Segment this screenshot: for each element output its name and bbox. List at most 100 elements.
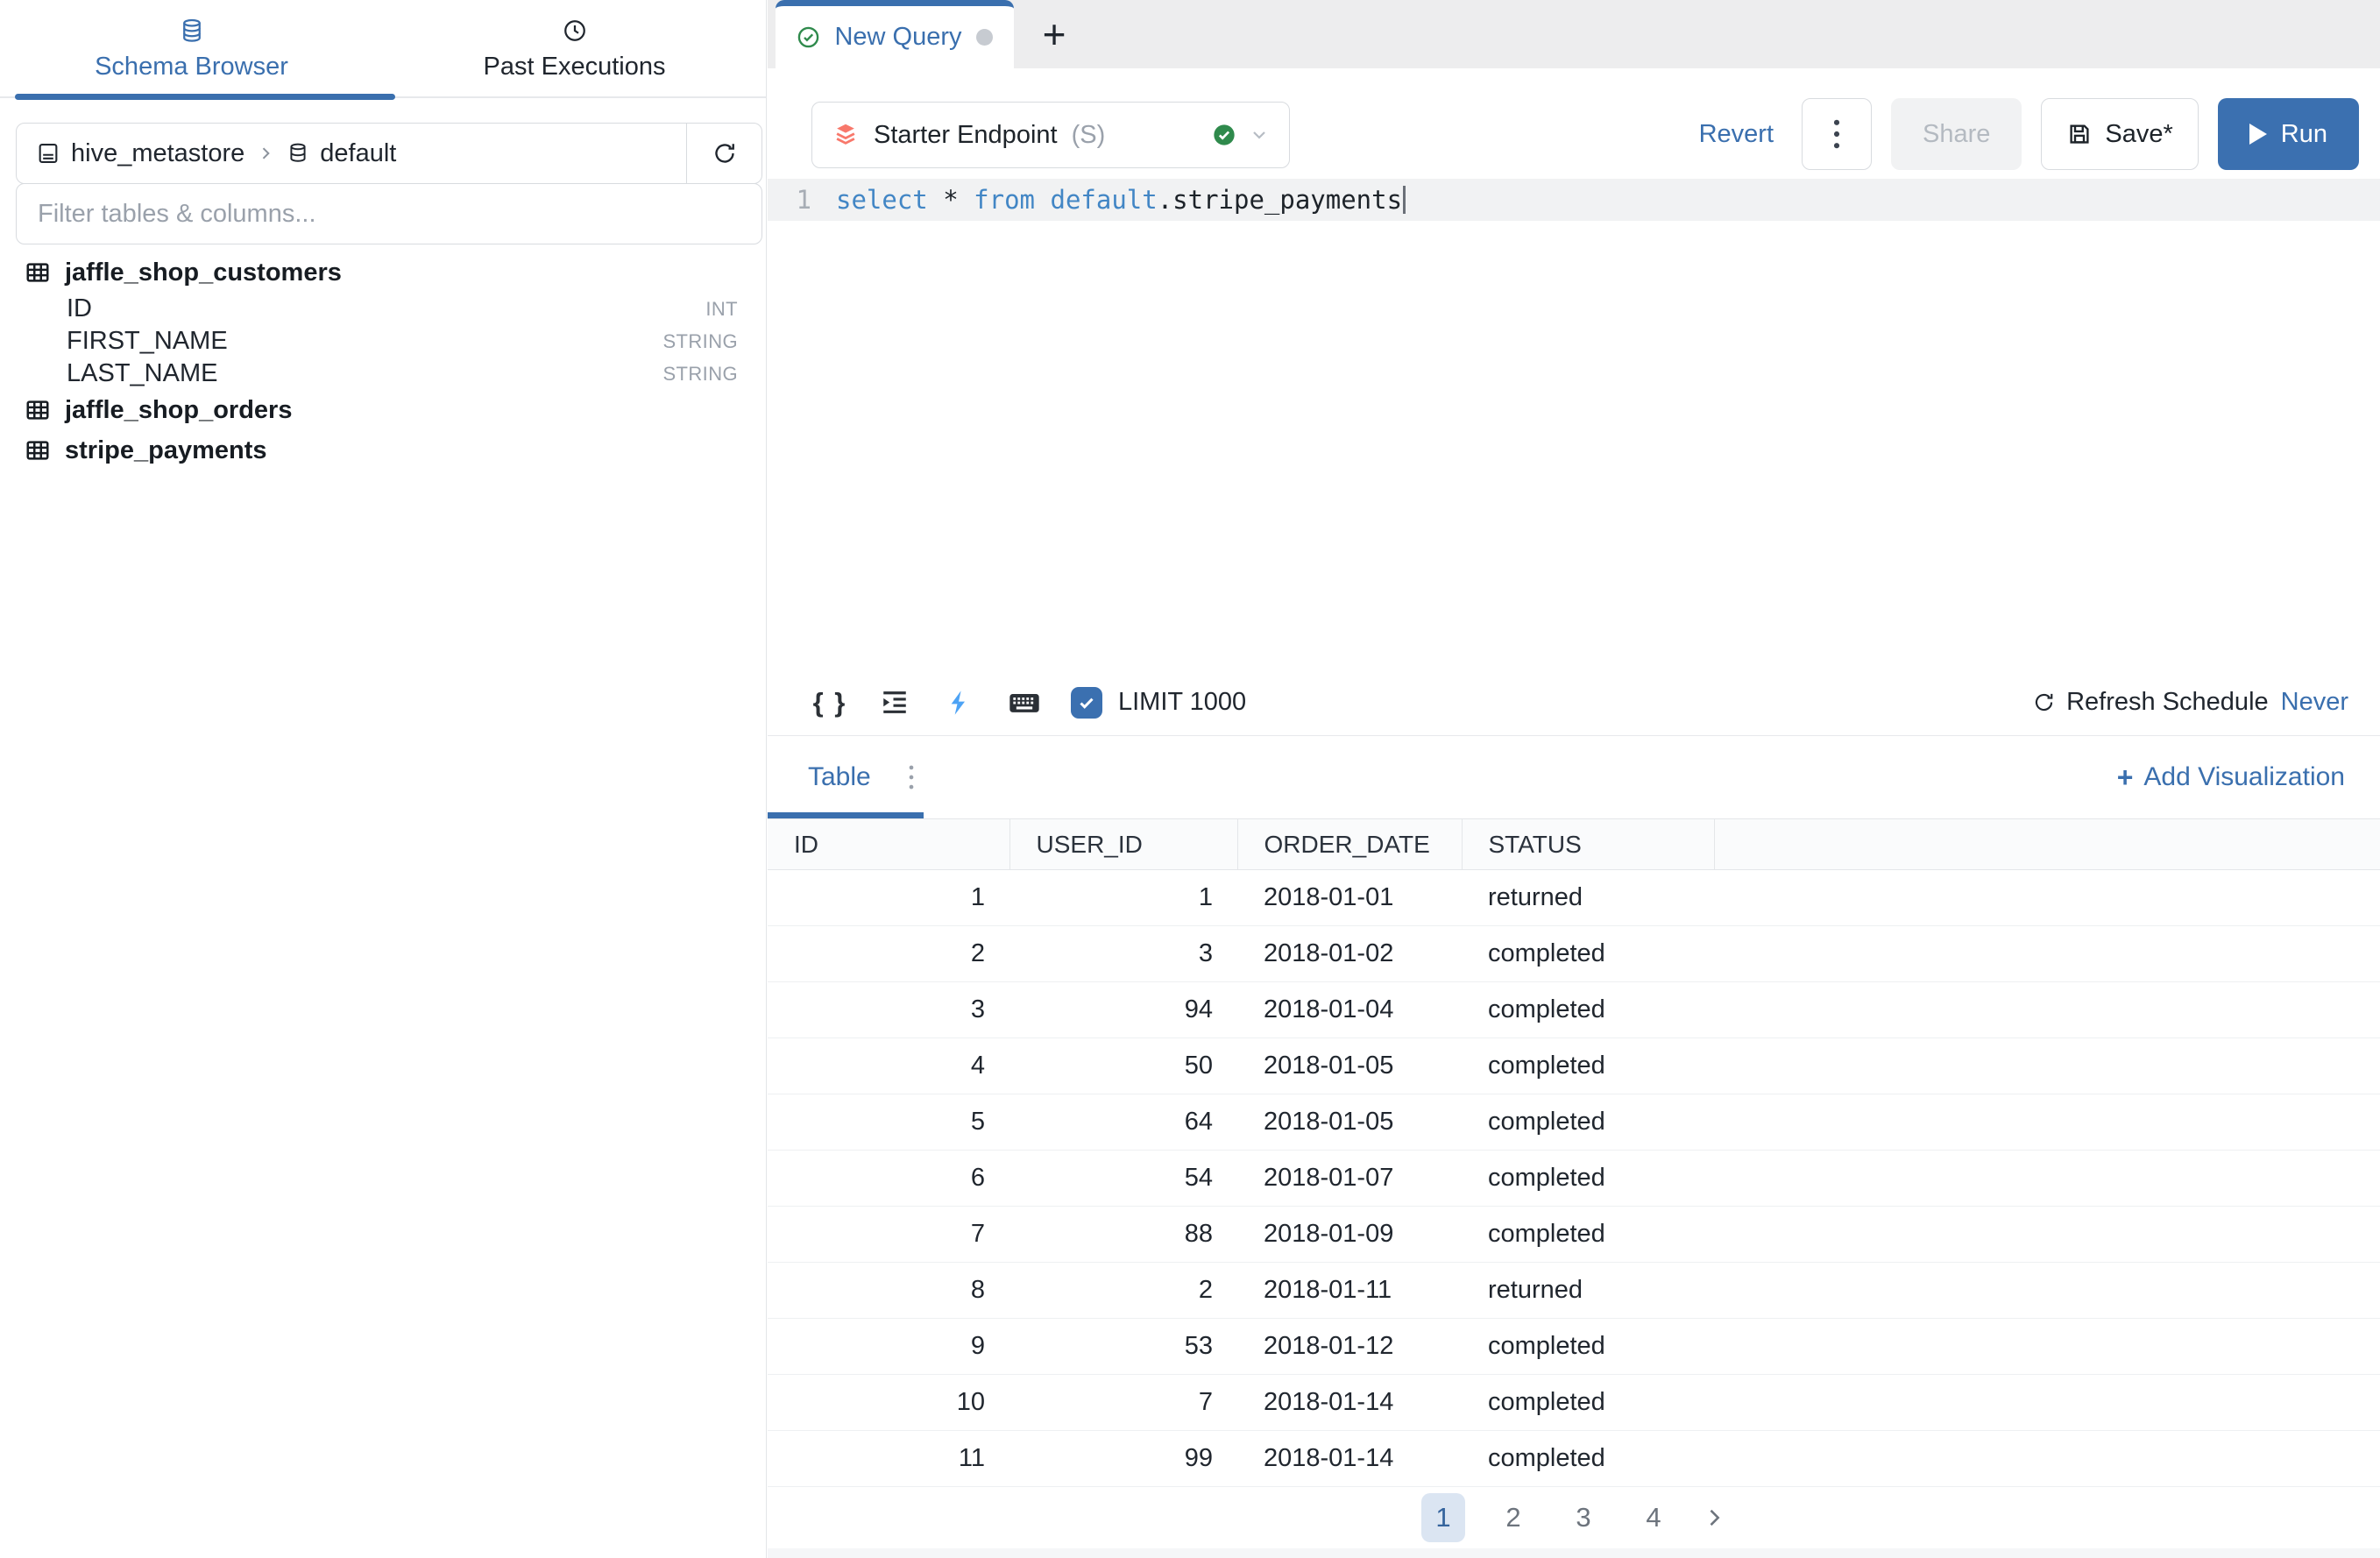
page-button-3[interactable]: 3	[1562, 1493, 1605, 1542]
table-cell-filler	[1714, 1263, 2380, 1319]
catalog-icon	[36, 141, 60, 166]
table-cell: completed	[1462, 1038, 1714, 1094]
chevron-down-icon	[1249, 124, 1270, 145]
plus-icon: +	[2117, 761, 2134, 794]
run-label: Run	[2281, 120, 2327, 149]
history-icon	[562, 18, 588, 44]
column-name: FIRST_NAME	[67, 327, 228, 356]
schema-list: jaffle_shop_customersIDINTFIRST_NAMESTRI…	[0, 252, 764, 471]
refresh-schema-button[interactable]	[686, 124, 761, 183]
column-header-user-id: USER_ID	[1009, 819, 1237, 870]
sidebar: Schema Browser Past Executions	[0, 0, 767, 1558]
schema-column-FIRST_NAME: FIRST_NAMESTRING	[0, 325, 764, 358]
schema-column-LAST_NAME: LAST_NAME STRING	[0, 358, 764, 390]
column-type: STRING	[662, 363, 738, 386]
table-cell: 54	[1009, 1151, 1237, 1207]
sql-editor-app: Schema Browser Past Executions	[0, 0, 2380, 1558]
editor-toolbar: { }	[768, 669, 2380, 736]
autocomplete-button[interactable]	[941, 684, 978, 721]
save-button[interactable]: Save*	[2041, 98, 2198, 170]
next-page-button[interactable]	[1702, 1505, 1726, 1530]
results-tab-menu-button[interactable]	[908, 763, 915, 791]
schema-breadcrumb: hive_metastore default	[16, 123, 762, 184]
endpoint-name: Starter Endpoint	[874, 121, 1058, 150]
table-cell: 9	[768, 1319, 1009, 1375]
table-row: 7882018-01-09completed	[768, 1207, 2380, 1263]
sidebar-tab-label: Schema Browser	[95, 53, 288, 81]
pagination: 1234	[768, 1487, 2380, 1548]
column-header-status: STATUS	[1462, 819, 1714, 870]
table-cell-filler	[1714, 1375, 2380, 1431]
run-button[interactable]: Run	[2218, 98, 2359, 170]
format-braces-button[interactable]: { }	[811, 684, 848, 721]
results-tab-underline	[768, 812, 924, 818]
refresh-icon	[2032, 690, 2056, 714]
table-cell: 2018-01-14	[1237, 1431, 1462, 1487]
indent-button[interactable]	[876, 684, 913, 721]
table-row: 822018-01-11returned	[768, 1263, 2380, 1319]
database-icon	[287, 142, 309, 165]
breadcrumb-schema[interactable]: default	[287, 139, 396, 168]
endpoint-selector[interactable]: Starter Endpoint (S)	[811, 102, 1290, 168]
sql-active-line[interactable]: 1 select * from default.stripe_payments	[768, 179, 2380, 221]
breadcrumb-catalog[interactable]: hive_metastore	[36, 139, 244, 168]
table-cell-filler	[1714, 1207, 2380, 1263]
tab-past-executions[interactable]: Past Executions	[383, 0, 766, 98]
schema-filter-input[interactable]	[17, 184, 761, 244]
schema-filter	[16, 183, 762, 244]
table-cell: completed	[1462, 982, 1714, 1038]
bottom-strip	[768, 1548, 2380, 1558]
table-cell: 10	[768, 1375, 1009, 1431]
braces-icon: { }	[813, 687, 847, 719]
limit-label: LIMIT 1000	[1118, 688, 1246, 717]
column-header-filler	[1714, 819, 2380, 870]
tab-new-query[interactable]: New Query	[776, 0, 1014, 68]
kebab-icon	[1832, 117, 1841, 151]
table-cell: 1	[1009, 870, 1237, 926]
table-row: 232018-01-02completed	[768, 926, 2380, 982]
page-button-4[interactable]: 4	[1632, 1493, 1675, 1542]
table-cell: 2018-01-14	[1237, 1375, 1462, 1431]
keyboard-shortcuts-button[interactable]	[1006, 684, 1043, 721]
table-name: jaffle_shop_customers	[65, 258, 342, 287]
active-tab-underline	[15, 94, 395, 100]
refresh-schedule-value[interactable]: Never	[2281, 688, 2348, 717]
endpoint-status-icon	[1212, 123, 1236, 147]
table-cell: completed	[1462, 1094, 1714, 1151]
schema-column-ID: IDINT	[0, 293, 764, 325]
schema-table-stripe_payments[interactable]: stripe_payments	[0, 430, 764, 471]
sql-editor[interactable]: 1 select * from default.stripe_payments	[768, 179, 2380, 669]
limit-checkbox[interactable]	[1071, 687, 1102, 719]
table-cell: 2018-01-12	[1237, 1319, 1462, 1375]
table-cell: completed	[1462, 1151, 1714, 1207]
share-button[interactable]: Share	[1891, 98, 2022, 170]
table-cell: completed	[1462, 1319, 1714, 1375]
save-icon	[2066, 121, 2093, 147]
table-cell: 11	[768, 1431, 1009, 1487]
table-cell-filler	[1714, 1094, 2380, 1151]
tab-schema-browser[interactable]: Schema Browser	[0, 0, 383, 98]
table-cell: 6	[768, 1151, 1009, 1207]
unsaved-dot	[976, 29, 993, 46]
add-visualization-button[interactable]: + Add Visualization	[2117, 761, 2345, 794]
page-button-1[interactable]: 1	[1421, 1493, 1465, 1542]
page-button-2[interactable]: 2	[1491, 1493, 1535, 1542]
table-cell-filler	[1714, 926, 2380, 982]
results-tab-table[interactable]: Table	[808, 762, 871, 792]
table-cell: 88	[1009, 1207, 1237, 1263]
column-header-id: ID	[768, 819, 1009, 870]
header-actions: Revert Share	[1699, 98, 2359, 170]
schema-table-jaffle_shop_customers[interactable]: jaffle_shop_customers	[0, 252, 764, 293]
table-cell: completed	[1462, 1207, 1714, 1263]
new-tab-button[interactable]: +	[1014, 0, 1094, 68]
table-cell: 99	[1009, 1431, 1237, 1487]
line-number: 1	[768, 185, 836, 215]
endpoint-stack-icon	[832, 121, 860, 149]
column-name: LAST_NAME	[67, 359, 217, 388]
table-grid-icon	[25, 437, 51, 464]
schema-table-jaffle_shop_orders[interactable]: jaffle_shop_orders	[0, 390, 764, 430]
table-cell: 2018-01-11	[1237, 1263, 1462, 1319]
more-actions-button[interactable]	[1802, 98, 1872, 170]
results-table: ID USER_ID ORDER_DATE STATUS 112018-01-0…	[768, 818, 2380, 1487]
revert-link[interactable]: Revert	[1699, 120, 1774, 149]
